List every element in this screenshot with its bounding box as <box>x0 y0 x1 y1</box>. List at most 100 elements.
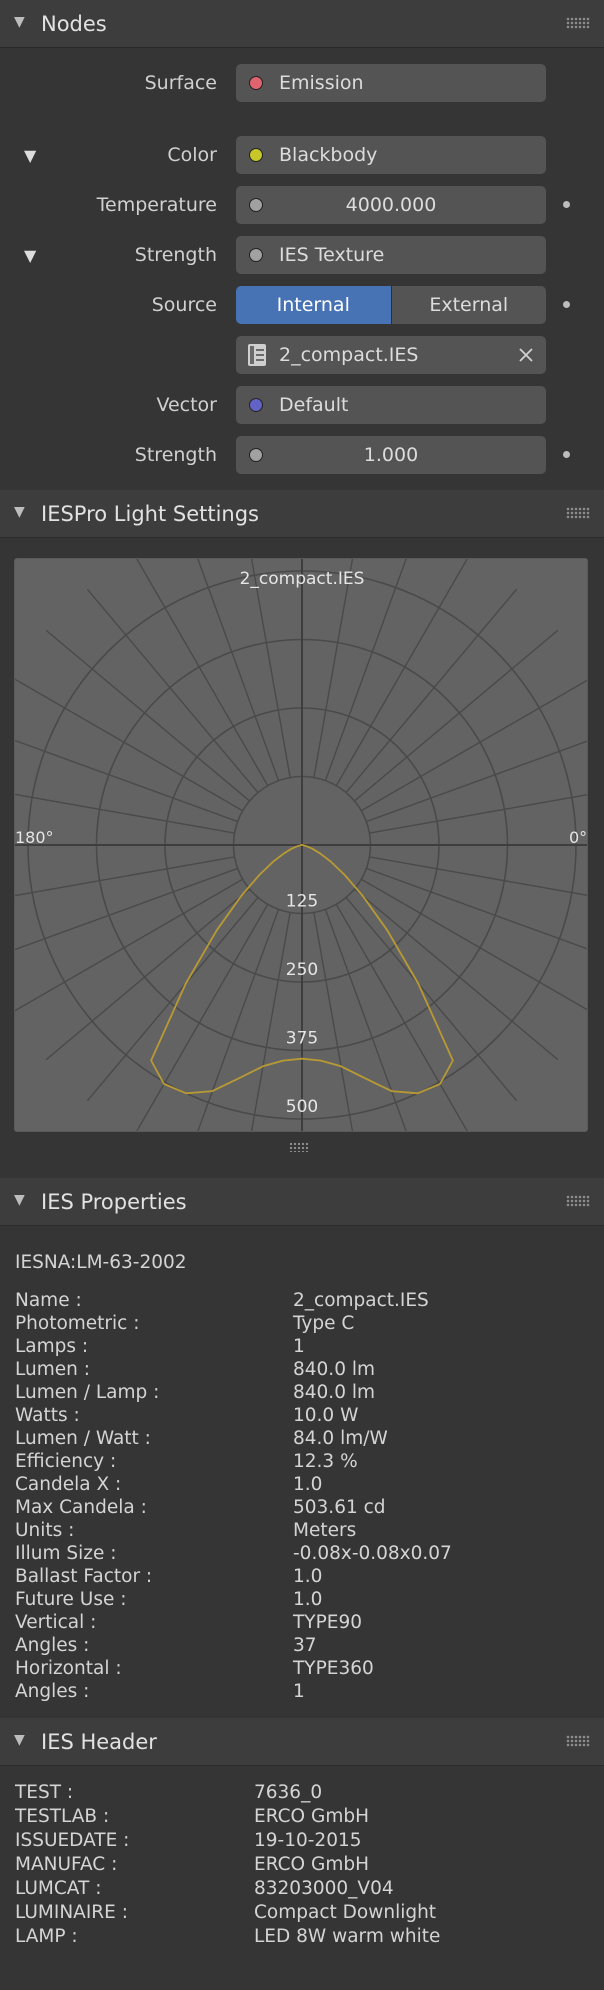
temperature-value: 4000.000 <box>345 194 437 216</box>
property-key: Illum Size : <box>15 1543 117 1564</box>
property-value: 37 <box>293 1635 317 1656</box>
header-value: 7636_0 <box>254 1782 323 1803</box>
property-value: Meters <box>293 1520 357 1541</box>
property-value: 1 <box>293 1336 305 1357</box>
vector-socket-icon <box>249 398 263 412</box>
collapse-triangle-icon[interactable]: ▼ <box>14 1733 28 1747</box>
color-socket-icon <box>249 148 263 162</box>
strength-label: Strength <box>134 244 217 266</box>
surface-value: Emission <box>279 72 364 94</box>
ies-format: IESNA:LM-63-2002 <box>15 1252 187 1273</box>
header-key: TEST : <box>15 1782 74 1803</box>
light-settings-panel-body: 125 250 375 500 180° 0° 2_compact.IES <box>0 538 604 1178</box>
property-value: 10.0 W <box>293 1405 359 1426</box>
collapse-triangle-icon[interactable]: ▼ <box>14 1193 28 1207</box>
header-key: LUMCAT : <box>15 1878 102 1899</box>
property-key: Photometric : <box>15 1313 140 1334</box>
drag-grip-icon[interactable] <box>566 507 590 519</box>
angle-label-0: 0° <box>569 828 587 847</box>
angle-label-180: 180° <box>15 828 54 847</box>
close-icon[interactable] <box>518 347 534 363</box>
source-internal-option[interactable]: Internal <box>236 286 392 324</box>
property-value: 503.61 cd <box>293 1497 386 1518</box>
strength-label-2: Strength <box>134 444 217 466</box>
property-value: 84.0 lm/W <box>293 1428 388 1449</box>
source-label: Source <box>151 294 217 316</box>
property-key: Future Use : <box>15 1589 127 1610</box>
keyframe-dot-icon[interactable] <box>563 301 570 308</box>
strength-texture-field[interactable]: IES Texture <box>236 236 546 274</box>
ies-properties-panel-header[interactable]: ▼ IES Properties <box>0 1178 604 1226</box>
temperature-field[interactable]: 4000.000 <box>236 186 546 224</box>
drag-grip-icon[interactable] <box>566 17 590 29</box>
vector-value: Default <box>279 394 349 416</box>
nodes-panel-body: Surface Emission ▼ Color Blackbody Tempe… <box>0 48 604 490</box>
property-key: Vertical : <box>15 1612 97 1633</box>
drag-grip-icon[interactable] <box>566 1195 590 1207</box>
header-key: MANUFAC : <box>15 1854 118 1875</box>
property-key: Lumen : <box>15 1359 90 1380</box>
expand-color-icon[interactable]: ▼ <box>24 146 36 165</box>
property-value: 12.3 % <box>293 1451 358 1472</box>
collapse-triangle-icon[interactable]: ▼ <box>14 15 28 29</box>
text-file-icon <box>248 344 266 366</box>
property-key: Lumen / Lamp : <box>15 1382 160 1403</box>
grid-spoke <box>15 856 235 897</box>
resize-handle-icon[interactable] <box>289 1142 309 1152</box>
ies-file-name: 2_compact.IES <box>279 344 419 366</box>
color-input-field[interactable]: Blackbody <box>236 136 546 174</box>
drag-grip-icon[interactable] <box>566 1735 590 1747</box>
grid-spoke <box>15 739 238 823</box>
panel-title: IES Header <box>41 1729 157 1754</box>
property-value: 1 <box>293 1681 305 1702</box>
header-key: LUMINAIRE : <box>15 1902 128 1923</box>
radial-tick-label: 500 <box>286 1097 318 1117</box>
panel-title: IESPro Light Settings <box>41 501 259 526</box>
grid-spoke <box>15 793 235 834</box>
source-toggle[interactable]: Internal External <box>236 286 546 324</box>
property-key: Efficiency : <box>15 1451 117 1472</box>
property-key: Name : <box>15 1290 82 1311</box>
radial-tick-label: 375 <box>286 1029 318 1049</box>
keyframe-dot-icon[interactable] <box>563 201 570 208</box>
surface-shader-field[interactable]: Emission <box>236 64 546 102</box>
property-value: TYPE360 <box>293 1658 374 1679</box>
collapse-triangle-icon[interactable]: ▼ <box>14 505 28 519</box>
header-key: LAMP : <box>15 1926 78 1947</box>
ies-file-field[interactable]: 2_compact.IES <box>236 336 546 374</box>
ies-header-panel-header[interactable]: ▼ IES Header <box>0 1718 604 1766</box>
grid-spoke <box>369 794 587 834</box>
nodes-panel-header[interactable]: ▼ Nodes <box>0 0 604 48</box>
property-key: Lamps : <box>15 1336 89 1357</box>
header-key: TESTLAB : <box>15 1806 110 1827</box>
polar-chart-area: 125 250 375 500 180° 0° 2_compact.IES <box>14 558 588 1132</box>
property-value: -0.08x-0.08x0.07 <box>293 1543 452 1564</box>
strength-field[interactable]: 1.000 <box>236 436 546 474</box>
expand-strength-icon[interactable]: ▼ <box>24 246 36 265</box>
panel-title: Nodes <box>41 11 107 36</box>
light-settings-panel-header[interactable]: ▼ IESPro Light Settings <box>0 490 604 538</box>
grid-spoke <box>15 867 238 951</box>
property-key: Angles : <box>15 1635 90 1656</box>
ies-header-panel-body: TEST : 7636_0 TESTLAB : ERCO GmbH ISSUEDATE … <box>0 1766 604 1990</box>
grid-spoke <box>313 559 354 778</box>
vector-input-field[interactable]: Default <box>236 386 546 424</box>
property-value: 1.0 <box>293 1474 323 1495</box>
temperature-label: Temperature <box>96 194 217 216</box>
source-external-option[interactable]: External <box>391 286 546 324</box>
color-label: Color <box>167 144 217 166</box>
polar-plot: 125 250 375 500 180° 0° 2_compact.IES <box>15 559 587 1131</box>
panel-title: IES Properties <box>41 1189 187 1214</box>
header-value: LED 8W warm white <box>254 1926 441 1947</box>
color-value: Blackbody <box>279 144 378 166</box>
keyframe-dot-icon[interactable] <box>563 451 570 458</box>
header-value: Compact Downlight <box>254 1902 437 1923</box>
header-value: 83203000_V04 <box>254 1878 394 1899</box>
grid-spoke <box>313 912 354 1131</box>
grid-spoke <box>250 912 291 1131</box>
chart-title: 2_compact.IES <box>240 569 365 589</box>
property-value: TYPE90 <box>293 1612 362 1633</box>
property-key: Angles : <box>15 1681 90 1702</box>
property-value: 840.0 lm <box>293 1382 376 1403</box>
header-key: ISSUEDATE : <box>15 1830 130 1851</box>
